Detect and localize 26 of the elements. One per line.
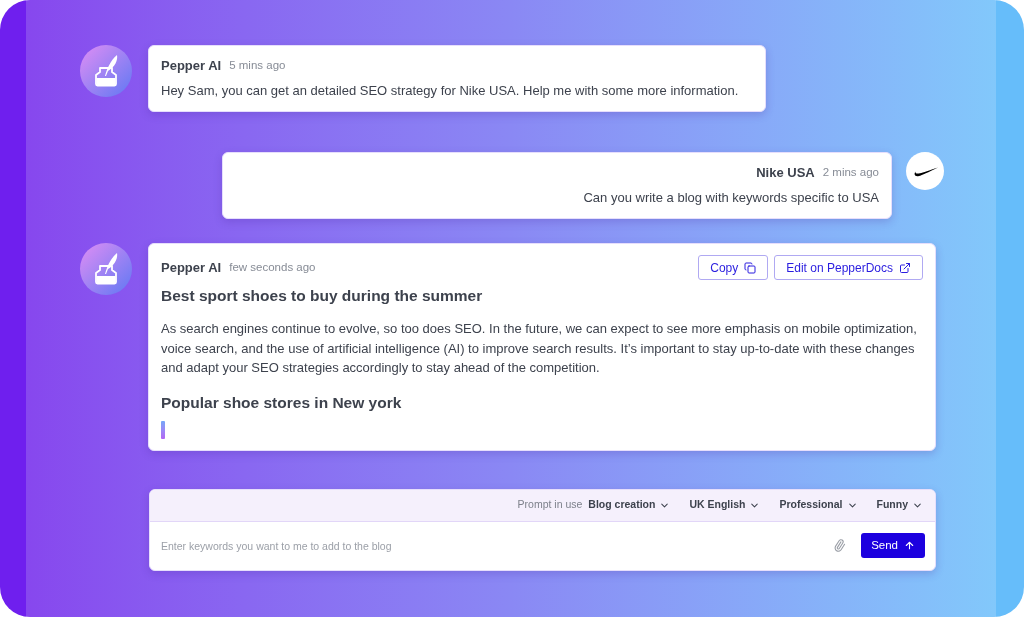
message-text: Can you write a blog with keywords specific to USA xyxy=(583,189,879,207)
section-heading: Popular shoe stores in New york xyxy=(161,392,403,413)
author-name: Pepper AI xyxy=(161,57,222,76)
dropdown-button[interactable]: Blog creation xyxy=(588,497,671,513)
body-paragraph: As search engines continue to evolve, so too does SEO. In the future, we can expect to see more emphasis on mobile optimization, voice search, and the use of artificial intelligence (AI) to improve search results. It’s important to stay up-to-date with these changes and adapt your SEO strategies accordingly to stay ahead of the competition. xyxy=(161,320,918,377)
copy-button[interactable]: Copy xyxy=(698,255,769,280)
dropdown-button[interactable]: Professional xyxy=(779,497,858,513)
external-link-icon xyxy=(899,261,911,274)
arrow-up-icon xyxy=(904,540,915,551)
message-time: 5 mins ago xyxy=(229,58,286,74)
dropdown-button[interactable]: Funny xyxy=(876,497,923,513)
prompt-label: Prompt in use xyxy=(517,497,583,513)
section-heading: Best sport shoes to buy during the summer xyxy=(161,286,484,306)
author-name: Pepper AI xyxy=(161,258,222,277)
dropdown-button[interactable]: UK English xyxy=(689,497,761,513)
message-text: Hey Sam, you can get an detailed SEO strategy for Nike USA. Help me with some more information. xyxy=(161,82,740,100)
send-button[interactable]: Send xyxy=(861,533,925,558)
message-time: 2 mins ago xyxy=(822,165,879,181)
copy-icon xyxy=(744,261,757,274)
message-time: few seconds ago xyxy=(229,259,316,275)
author-name: Nike USA xyxy=(756,164,815,183)
input-field[interactable]: Enter keywords you want to me to add to the blog xyxy=(161,533,834,558)
ink-bottle-avatar-icon xyxy=(80,45,132,97)
swoosh-avatar-icon xyxy=(906,152,944,190)
edit-link-button[interactable]: Edit on PepperDocs xyxy=(774,255,923,280)
ink-bottle-avatar-icon xyxy=(80,243,132,295)
